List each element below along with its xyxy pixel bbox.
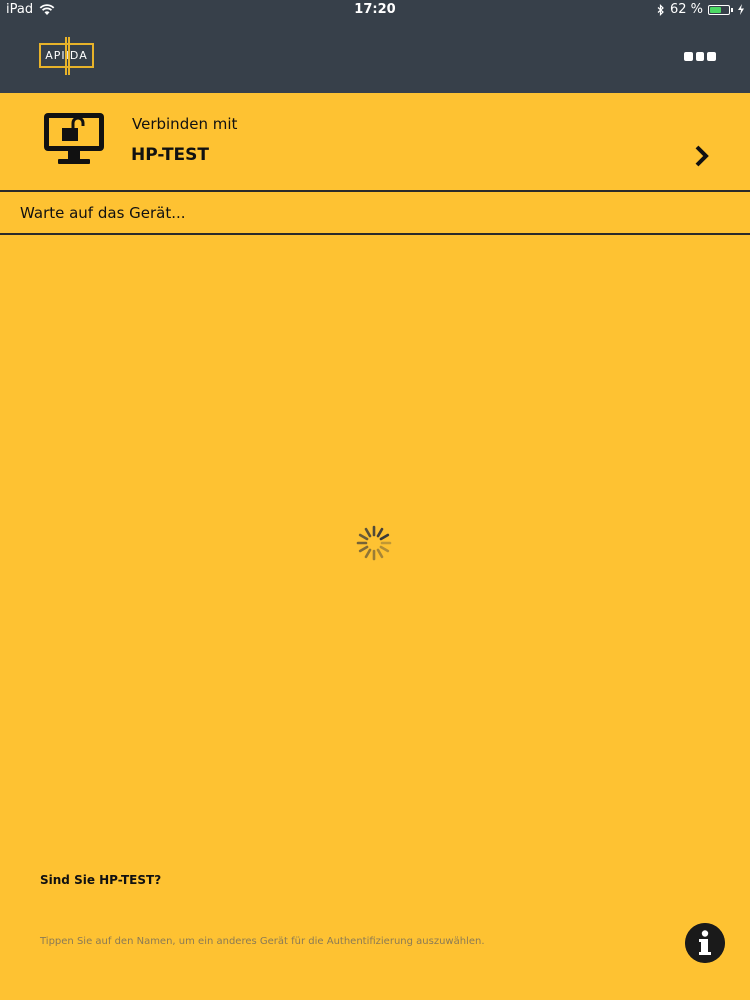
status-bar-right: 62 %	[657, 2, 744, 17]
status-bar-time: 17:20	[354, 2, 396, 17]
more-dots-icon	[684, 51, 693, 61]
monitor-unlocked-icon	[44, 113, 104, 164]
apiida-logo: APIIDA	[39, 37, 94, 75]
spinner-tick	[379, 545, 390, 553]
more-dots-icon	[695, 51, 705, 61]
spinner-tick	[364, 527, 372, 538]
spinner-tick	[376, 527, 384, 538]
charging-icon	[738, 4, 744, 15]
battery-cap	[731, 7, 733, 12]
spinner-tick	[379, 533, 390, 541]
spinner-tick	[364, 548, 372, 559]
logo-notch	[65, 37, 70, 75]
loading-spinner-icon	[356, 525, 392, 561]
more-dots-icon	[707, 51, 717, 61]
battery-icon	[708, 4, 730, 15]
status-row: Warte auf das Gerät...	[0, 192, 750, 235]
battery-percent: 62 %	[669, 2, 703, 17]
device-name[interactable]: HP-TEST	[131, 145, 209, 165]
status-text: Warte auf das Gerät...	[20, 204, 186, 222]
info-icon[interactable]	[685, 923, 725, 963]
spinner-tick	[376, 548, 384, 559]
spinner-tick	[358, 533, 369, 541]
connect-label: Verbinden mit	[132, 115, 238, 133]
status-bar: iPad 17:20 62 %	[0, 0, 750, 20]
device-select-row[interactable]: Verbinden mit HP-TEST	[0, 93, 750, 192]
more-menu-button[interactable]	[684, 49, 717, 63]
chevron-right-icon[interactable]	[694, 145, 710, 167]
app-header: APIIDA	[0, 20, 750, 93]
bluetooth-icon	[657, 3, 664, 16]
device-question: Sind Sie HP-TEST?	[40, 873, 162, 887]
spinner-tick	[358, 545, 369, 553]
hint-text: Tippen Sie auf den Namen, um ein anderes…	[40, 936, 485, 947]
battery-level	[710, 6, 721, 13]
